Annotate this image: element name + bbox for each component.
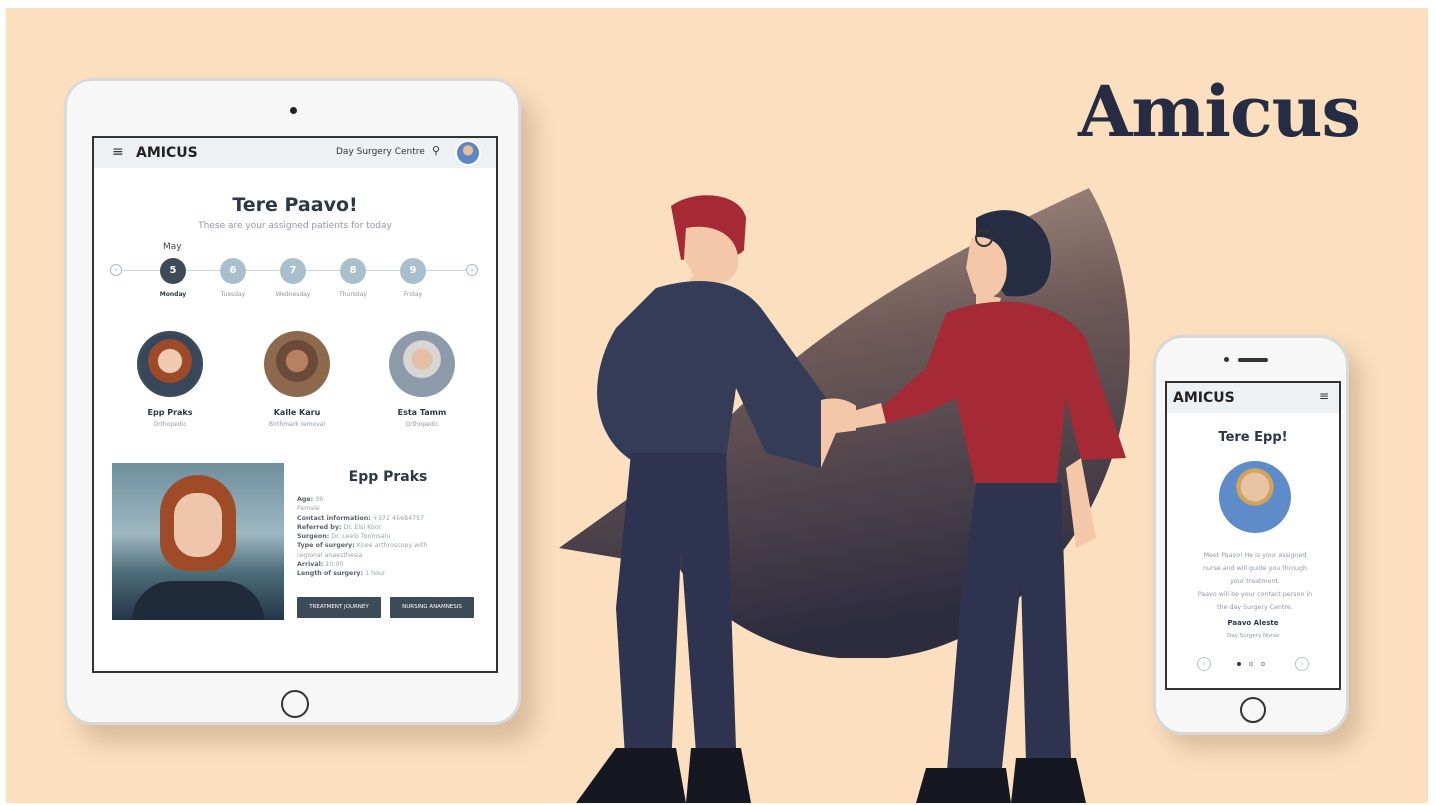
tablet-home-button[interactable]: [281, 690, 309, 718]
carousel-prev-icon[interactable]: ‹: [1197, 657, 1211, 671]
brand-logo: Amicus: [1078, 70, 1361, 153]
prev-day-arrow-icon[interactable]: ‹: [110, 264, 122, 276]
hamburger-menu-icon[interactable]: ≡: [112, 144, 124, 160]
patient-detail-title: Epp Praks: [348, 469, 428, 485]
day-button-monday[interactable]: 5: [160, 258, 186, 284]
treatment-journey-button[interactable]: TREATMENT JOURNEY: [297, 597, 381, 618]
carousel-next-icon[interactable]: ›: [1295, 657, 1309, 671]
nurse-avatar: [1219, 461, 1291, 533]
patient-name-kalle[interactable]: Kalle Karu: [242, 408, 352, 417]
woman-illustration: [846, 210, 1126, 803]
month-label: May: [163, 242, 182, 252]
patient-photo: [112, 463, 284, 620]
tablet-top-bar: ≡ AMICUS Day Surgery Centre ⚲: [94, 138, 496, 168]
page-subtitle: These are your assigned patients for tod…: [198, 221, 392, 231]
patient-name-epp[interactable]: Epp Praks: [115, 408, 225, 417]
phone-home-button[interactable]: [1240, 697, 1266, 723]
patient-procedure-kalle: Birthmark removal: [268, 421, 326, 428]
day-button-wednesday[interactable]: 7: [280, 258, 306, 284]
phone-device: AMICUS ≡ Tere Epp! Meet Paavo! He is you…: [1153, 335, 1349, 735]
tablet-device: ≡ AMICUS Day Surgery Centre ⚲ Tere Paavo…: [64, 78, 521, 725]
phone-app-logo[interactable]: AMICUS: [1173, 390, 1235, 406]
nursing-anamnesis-button[interactable]: NURSING ANAMNESIS: [390, 597, 474, 618]
user-avatar[interactable]: [455, 140, 481, 166]
day-button-thursday[interactable]: 8: [340, 258, 366, 284]
carousel-dot-3[interactable]: [1261, 662, 1265, 666]
carousel-dot-1[interactable]: [1237, 662, 1241, 666]
day-name-thursday: Thursday: [339, 291, 367, 298]
phone-screen: AMICUS ≡ Tere Epp! Meet Paavo! He is you…: [1165, 381, 1341, 690]
tablet-screen: ≡ AMICUS Day Surgery Centre ⚲ Tere Paavo…: [92, 136, 498, 673]
phone-menu-icon[interactable]: ≡: [1319, 389, 1329, 403]
patient-details: Age: 36 Female Contact information: +372…: [297, 496, 428, 578]
day-name-wednesday: Wednesday: [275, 291, 311, 298]
nurse-name: Paavo Aleste: [1227, 619, 1279, 627]
patient-avatar-kalle[interactable]: [264, 331, 330, 397]
day-name-friday: Friday: [403, 291, 423, 298]
hero-canvas: Amicus ≡ AMICUS Day Surgery Centre ⚲ Ter…: [6, 8, 1428, 803]
search-icon[interactable]: ⚲: [432, 144, 440, 157]
day-button-tuesday[interactable]: 6: [220, 258, 246, 284]
location-label: Day Surgery Centre: [336, 147, 425, 157]
tablet-app-logo[interactable]: AMICUS: [136, 145, 198, 161]
patient-procedure-esta: Orthopedic: [405, 421, 439, 428]
day-name-tuesday: Tuesday: [220, 291, 246, 298]
day-button-friday[interactable]: 9: [400, 258, 426, 284]
tablet-camera: [290, 107, 297, 114]
patient-procedure-epp: Orthopedic: [153, 421, 187, 428]
page-title: Tere Paavo!: [232, 194, 358, 216]
nurse-role: Day Surgery Nurse: [1226, 633, 1279, 639]
phone-camera: [1224, 357, 1229, 362]
phone-speaker: [1238, 358, 1268, 362]
man-illustration: [576, 195, 856, 803]
phone-greeting: Tere Epp!: [1218, 430, 1288, 445]
carousel-dot-2[interactable]: [1249, 662, 1253, 666]
nurse-intro-message: Meet Paavo! He is your assigned nurse an…: [1197, 552, 1313, 611]
patient-avatar-epp[interactable]: [137, 331, 203, 397]
phone-top-bar: AMICUS ≡: [1167, 383, 1339, 413]
patient-avatar-esta[interactable]: [389, 331, 455, 397]
patient-name-esta[interactable]: Esta Tamm: [367, 408, 477, 417]
next-day-arrow-icon[interactable]: ›: [466, 264, 478, 276]
day-name-monday: Monday: [159, 291, 187, 298]
